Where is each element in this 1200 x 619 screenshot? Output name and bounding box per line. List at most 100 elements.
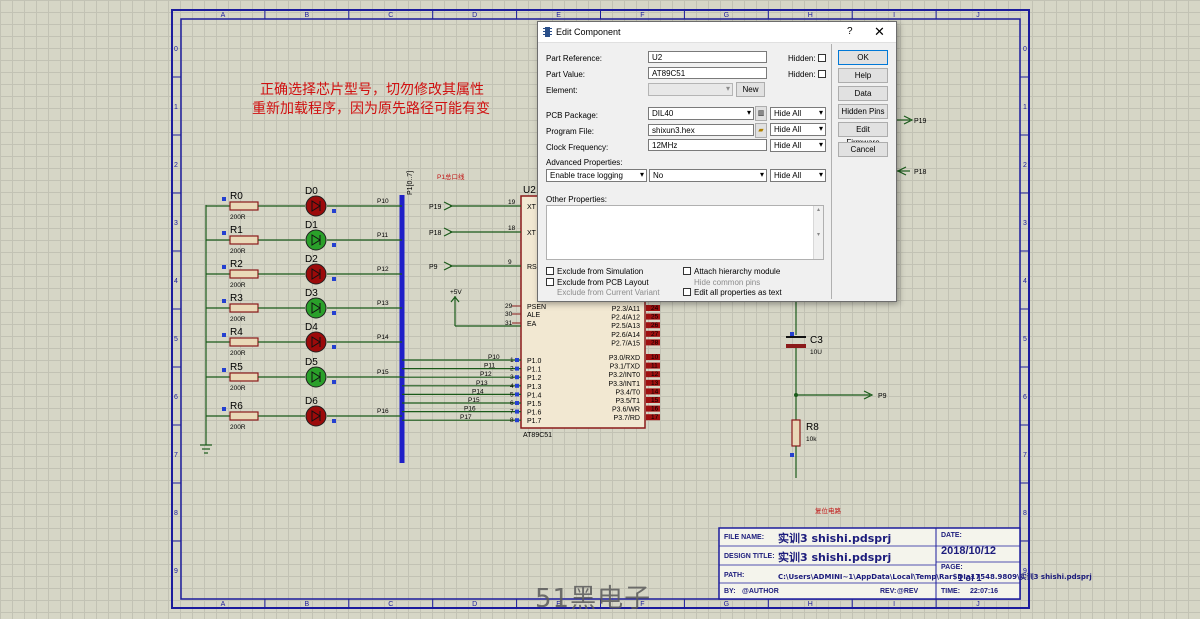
edit-component-dialog[interactable]: Edit Component ? ✕ Part Reference: U2 Hi… bbox=[537, 21, 897, 302]
border-number-left: 5 bbox=[174, 336, 178, 343]
net-label: P13 bbox=[377, 300, 389, 307]
program-file-visibility-dropdown[interactable]: Hide All ▾ bbox=[770, 123, 826, 136]
mcu-ref: U2 bbox=[523, 185, 536, 196]
pin-name: P2.6/A14 bbox=[611, 332, 640, 339]
ok-button[interactable]: OK bbox=[838, 50, 888, 65]
part-reference-label: Part Reference: bbox=[546, 54, 603, 63]
pin-name: P1.5 bbox=[527, 401, 542, 408]
advanced-property-dropdown[interactable]: Enable trace logging ▾ bbox=[546, 169, 647, 182]
help-button[interactable]: Help bbox=[838, 68, 888, 83]
advanced-visibility-dropdown[interactable]: Hide All ▾ bbox=[770, 169, 826, 182]
new-button[interactable]: New bbox=[736, 82, 765, 97]
net-label: P14 bbox=[472, 388, 484, 395]
hidden-checkbox-reference[interactable] bbox=[818, 54, 826, 62]
part-reference-field[interactable]: U2 bbox=[648, 51, 767, 63]
exclude-simulation-checkbox[interactable] bbox=[546, 267, 554, 275]
pcb-package-dropdown[interactable]: DIL40 ▾ bbox=[648, 107, 754, 120]
pin-marker bbox=[515, 418, 519, 423]
chevron-down-icon: ▾ bbox=[639, 170, 644, 179]
resistor-ref: R0 bbox=[230, 191, 243, 202]
border-letter-top: I bbox=[893, 12, 895, 19]
dialog-titlebar[interactable]: Edit Component ? ✕ bbox=[538, 22, 896, 43]
pin-marker bbox=[515, 409, 519, 414]
border-letter-top: F bbox=[640, 12, 644, 19]
net-label: P13 bbox=[476, 380, 488, 387]
resistor-ref: R6 bbox=[230, 401, 243, 412]
pin-number: 9 bbox=[508, 259, 512, 266]
textarea-scrollbar[interactable]: ▴ ▾ bbox=[813, 206, 823, 259]
clock-frequency-visibility-dropdown[interactable]: Hide All ▾ bbox=[770, 139, 826, 152]
led-ref: D0 bbox=[305, 186, 318, 197]
cancel-button[interactable]: Cancel bbox=[838, 142, 888, 157]
net-terminal bbox=[443, 261, 454, 271]
clock-frequency-label: Clock Frequency: bbox=[546, 143, 609, 152]
data-button[interactable]: Data bbox=[838, 86, 888, 101]
resistor-value: 10k bbox=[806, 436, 817, 443]
pin-number: 10 bbox=[651, 354, 659, 361]
date-value: 2018/10/12 bbox=[941, 545, 997, 557]
attach-hierarchy-checkbox[interactable] bbox=[683, 267, 691, 275]
pin-name: P3.0/RXD bbox=[609, 355, 640, 362]
pin-name: P1.7 bbox=[527, 418, 542, 425]
pin-number: 13 bbox=[651, 380, 659, 387]
program-file-field[interactable]: shixun3.hex bbox=[648, 124, 754, 136]
pin-marker bbox=[222, 197, 226, 201]
annotation-line-1: 正确选择芯片型号，切勿修改其属性 bbox=[260, 82, 484, 98]
package-browse-icon[interactable]: ▥ bbox=[755, 106, 767, 121]
net-label: P14 bbox=[377, 334, 389, 341]
pin-number: 2 bbox=[510, 366, 514, 373]
net-label: P16 bbox=[377, 408, 389, 415]
other-properties-label: Other Properties: bbox=[546, 195, 607, 204]
net-label: P17 bbox=[460, 414, 472, 421]
folder-icon[interactable]: ▰ bbox=[755, 123, 767, 138]
pcb-package-visibility-dropdown[interactable]: Hide All ▾ bbox=[770, 107, 826, 120]
rev-label: REV: bbox=[880, 588, 897, 595]
border-number-right: 8 bbox=[1023, 510, 1027, 517]
net-label: P12 bbox=[377, 266, 389, 273]
pin-number: 6 bbox=[510, 400, 514, 407]
pin-name: P3.2/INT0 bbox=[608, 372, 640, 379]
hidden-pins-button[interactable]: Hidden Pins bbox=[838, 104, 888, 119]
bus-label: P1[0..7] bbox=[407, 171, 414, 195]
chevron-down-icon: ▾ bbox=[818, 140, 823, 149]
border-letter-top: J bbox=[976, 12, 980, 19]
edit-firmware-button[interactable]: Edit Firmware bbox=[838, 122, 888, 147]
dialog-title: Edit Component bbox=[556, 27, 621, 37]
file-name-label: FILE NAME: bbox=[724, 534, 765, 541]
element-dropdown[interactable]: ▾ bbox=[648, 83, 733, 96]
edit-all-props-checkbox[interactable] bbox=[683, 288, 691, 296]
pin-number: 24 bbox=[651, 305, 659, 312]
border-letter-bottom: B bbox=[305, 601, 310, 608]
part-value-label: Part Value: bbox=[546, 70, 585, 79]
border-letter-bottom: J bbox=[976, 601, 980, 608]
page-value: 1 of 1 bbox=[958, 573, 982, 583]
pin-number: 27 bbox=[651, 331, 659, 338]
resistor-ref: R4 bbox=[230, 327, 243, 338]
led-d6 bbox=[305, 405, 327, 427]
led-ref: D5 bbox=[305, 357, 318, 368]
other-properties-textarea[interactable]: ▴ ▾ bbox=[546, 205, 824, 260]
part-value-field[interactable]: AT89C51 bbox=[648, 67, 767, 79]
border-letter-bottom: A bbox=[221, 601, 226, 608]
hidden-checkbox-value[interactable] bbox=[818, 70, 826, 78]
help-question-icon[interactable]: ? bbox=[847, 26, 853, 37]
clock-frequency-field[interactable]: 12MHz bbox=[648, 139, 767, 151]
element-label: Element: bbox=[546, 86, 578, 95]
exclude-pcb-label: Exclude from PCB Layout bbox=[557, 278, 649, 287]
exclude-pcb-checkbox[interactable] bbox=[546, 278, 554, 286]
pin-number: 7 bbox=[510, 409, 514, 416]
advanced-value-dropdown[interactable]: No ▾ bbox=[649, 169, 767, 182]
led-ref: D4 bbox=[305, 322, 318, 333]
path-value: C:\Users\ADMINI~1\AppData\Local\Temp\Rar… bbox=[778, 573, 1092, 581]
pin-number: 8 bbox=[510, 417, 514, 424]
program-file-label: Program File: bbox=[546, 127, 595, 136]
border-letter-top: C bbox=[388, 12, 393, 19]
page-label: PAGE: bbox=[941, 564, 963, 571]
led-ref: D2 bbox=[305, 254, 318, 265]
chevron-down-icon: ▾ bbox=[759, 170, 764, 179]
border-number-right: 3 bbox=[1023, 220, 1027, 227]
time-label: TIME: bbox=[941, 588, 961, 595]
close-icon[interactable]: ✕ bbox=[874, 24, 885, 40]
pin-name: P3.4/T0 bbox=[615, 389, 640, 396]
resistor-r5 bbox=[229, 372, 259, 382]
